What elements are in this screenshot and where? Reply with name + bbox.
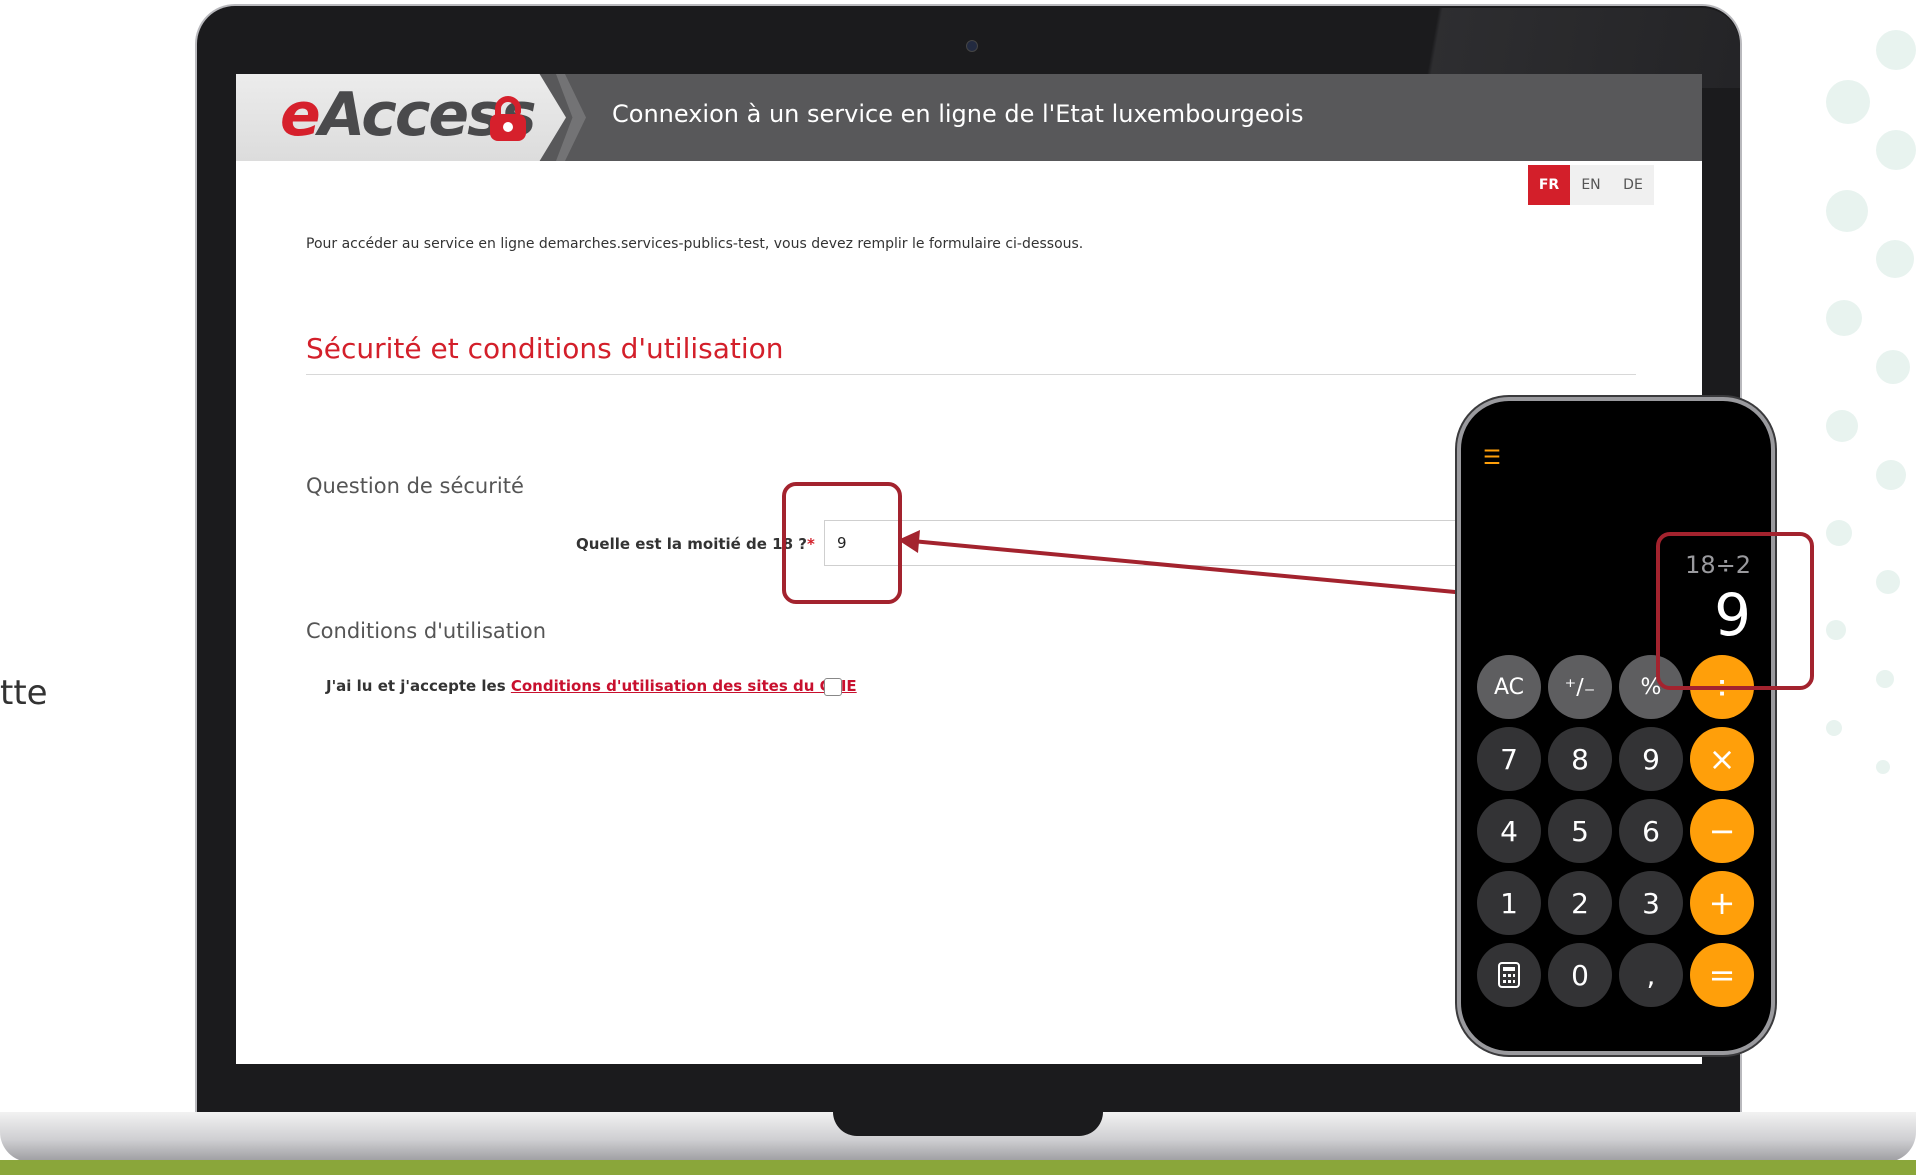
- key-8[interactable]: 8: [1548, 727, 1612, 791]
- key-plus[interactable]: +: [1690, 871, 1754, 935]
- result-highlight-box: [1656, 532, 1814, 690]
- key-3[interactable]: 3: [1619, 871, 1683, 935]
- key-comma[interactable]: ,: [1619, 943, 1683, 1007]
- key-0[interactable]: 0: [1548, 943, 1612, 1007]
- key-minus[interactable]: −: [1690, 799, 1754, 863]
- key-equals[interactable]: =: [1690, 943, 1754, 1007]
- phone-calculator: ☰ 18÷2 9 AC ⁺∕₋ % ÷ 7 8 9 × 4 5 6 − 1 2 …: [1457, 397, 1775, 1055]
- key-plus-minus[interactable]: ⁺∕₋: [1548, 655, 1612, 719]
- key-1[interactable]: 1: [1477, 871, 1541, 935]
- key-9[interactable]: 9: [1619, 727, 1683, 791]
- key-6[interactable]: 6: [1619, 799, 1683, 863]
- calc-keypad: AC ⁺∕₋ % ÷ 7 8 9 × 4 5 6 − 1 2 3 + 0 , =: [1477, 655, 1763, 1007]
- key-7[interactable]: 7: [1477, 727, 1541, 791]
- answer-highlight-box: [782, 482, 902, 604]
- calculator-icon: [1498, 962, 1520, 988]
- key-multiply[interactable]: ×: [1690, 727, 1754, 791]
- key-5[interactable]: 5: [1548, 799, 1612, 863]
- menu-icon[interactable]: ☰: [1483, 445, 1501, 470]
- key-2[interactable]: 2: [1548, 871, 1612, 935]
- key-ac[interactable]: AC: [1477, 655, 1541, 719]
- key-calculator[interactable]: [1477, 943, 1541, 1007]
- key-4[interactable]: 4: [1477, 799, 1541, 863]
- phone-notch: [1566, 401, 1674, 427]
